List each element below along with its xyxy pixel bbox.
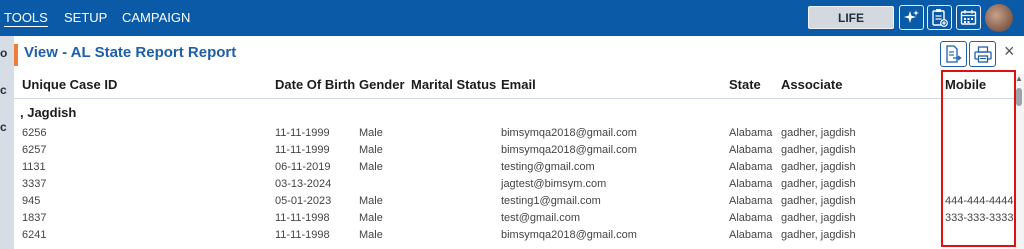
cell-gender: Male (359, 161, 383, 173)
cell-email: testing1@gmail.com (501, 195, 601, 207)
cell-gender: Male (359, 195, 383, 207)
column-header-dob[interactable]: Date Of Birth (275, 77, 355, 92)
vertical-scrollbar[interactable]: ▲ (1014, 74, 1024, 249)
cell-case-id: 1131 (22, 161, 46, 173)
cell-state: Alabama (729, 195, 773, 207)
cell-associate: gadher, jagdish (781, 161, 856, 173)
table-row[interactable]: 1131 06-11-2019 Male testing@gmail.com A… (14, 161, 1014, 178)
sparkle-icon[interactable] (899, 5, 924, 30)
calendar-icon[interactable] (956, 5, 981, 30)
cell-gender: Male (359, 127, 383, 139)
cell-dob: 06-11-2019 (275, 161, 331, 173)
cell-dob: 11-11-1999 (275, 127, 330, 139)
panel-title: View - AL State Report Report (24, 44, 237, 61)
cell-state: Alabama (729, 144, 773, 156)
cell-case-id: 6257 (22, 144, 47, 156)
header-divider (14, 98, 1014, 99)
cell-state: Alabama (729, 212, 773, 224)
cell-associate: gadher, jagdish (781, 195, 856, 207)
column-header-state[interactable]: State (729, 77, 761, 92)
table-row[interactable]: 3337 03-13-2024 jagtest@bimsym.com Alaba… (14, 178, 1014, 195)
cell-dob: 05-01-2023 (275, 195, 332, 207)
nav-campaign[interactable]: CAMPAIGN (122, 10, 190, 25)
clipboard-add-icon[interactable] (927, 5, 952, 30)
cell-case-id: 6256 (22, 127, 47, 139)
title-accent-bar (14, 44, 18, 66)
cell-email: bimsymqa2018@gmail.com (501, 229, 637, 241)
cell-gender: Male (359, 229, 383, 241)
cell-associate: gadher, jagdish (781, 144, 856, 156)
nav-setup[interactable]: SETUP (64, 10, 107, 25)
group-header: , Jagdish (20, 105, 77, 120)
column-header-email[interactable]: Email (501, 77, 536, 92)
cell-email: bimsymqa2018@gmail.com (501, 127, 637, 139)
scrollbar-thumb[interactable] (1016, 88, 1022, 106)
table-row[interactable]: 6256 11-11-1999 Male bimsymqa2018@gmail.… (14, 127, 1014, 144)
top-nav-bar: TOOLS SETUP CAMPAIGN LIFE (0, 0, 1024, 36)
table-row[interactable]: 945 05-01-2023 Male testing1@gmail.com A… (14, 195, 1014, 212)
cell-associate: gadher, jagdish (781, 212, 856, 224)
cell-state: Alabama (729, 229, 773, 241)
report-panel: View - AL State Report Report × Unique C… (14, 36, 1024, 249)
cell-gender: Male (359, 212, 383, 224)
cell-dob: 03-13-2024 (275, 178, 332, 190)
report-table: Unique Case ID Date Of Birth Gender Mari… (14, 74, 1024, 249)
table-row[interactable]: 6241 11-11-1998 Male bimsymqa2018@gmail.… (14, 229, 1014, 246)
cell-email: jagtest@bimsym.com (501, 178, 607, 190)
cell-associate: gadher, jagdish (781, 127, 856, 139)
cell-state: Alabama (729, 161, 773, 173)
background-page-strip: o c c (0, 36, 14, 249)
close-icon[interactable]: × (1004, 41, 1015, 62)
cell-case-id: 1837 (22, 212, 47, 224)
cell-dob: 11-11-1999 (275, 144, 330, 156)
cell-email: test@gmail.com (501, 212, 581, 224)
background-char: c (0, 83, 7, 97)
table-row[interactable]: 6257 11-11-1999 Male bimsymqa2018@gmail.… (14, 144, 1014, 161)
cell-gender: Male (359, 144, 383, 156)
cell-associate: gadher, jagdish (781, 229, 856, 241)
scroll-up-icon[interactable]: ▲ (1015, 74, 1023, 83)
column-header-case-id[interactable]: Unique Case ID (22, 77, 117, 92)
column-header-gender[interactable]: Gender (359, 77, 405, 92)
cell-email: bimsymqa2018@gmail.com (501, 144, 637, 156)
column-header-marital-status[interactable]: Marital Status (411, 77, 496, 92)
table-row[interactable]: 1837 11-11-1998 Male test@gmail.com Alab… (14, 212, 1014, 229)
cell-mobile: 444-444-4444 (945, 195, 1014, 207)
background-char: o (0, 46, 8, 60)
background-char: c (0, 120, 7, 134)
cell-case-id: 3337 (22, 178, 47, 190)
cell-mobile: 333-333-3333 (945, 212, 1014, 224)
nav-tools[interactable]: TOOLS (4, 10, 48, 25)
cell-state: Alabama (729, 178, 773, 190)
cell-case-id: 945 (22, 195, 41, 207)
print-icon[interactable] (969, 41, 996, 67)
column-header-associate[interactable]: Associate (781, 77, 842, 92)
export-icon[interactable] (940, 41, 967, 67)
product-selector[interactable]: LIFE (808, 6, 894, 29)
cell-state: Alabama (729, 127, 773, 139)
column-header-mobile[interactable]: Mobile (945, 77, 986, 92)
cell-case-id: 6241 (22, 229, 47, 241)
cell-dob: 11-11-1998 (275, 229, 330, 241)
user-avatar[interactable] (985, 4, 1013, 32)
cell-email: testing@gmail.com (501, 161, 595, 173)
cell-associate: gadher, jagdish (781, 178, 856, 190)
cell-dob: 11-11-1998 (275, 212, 330, 224)
